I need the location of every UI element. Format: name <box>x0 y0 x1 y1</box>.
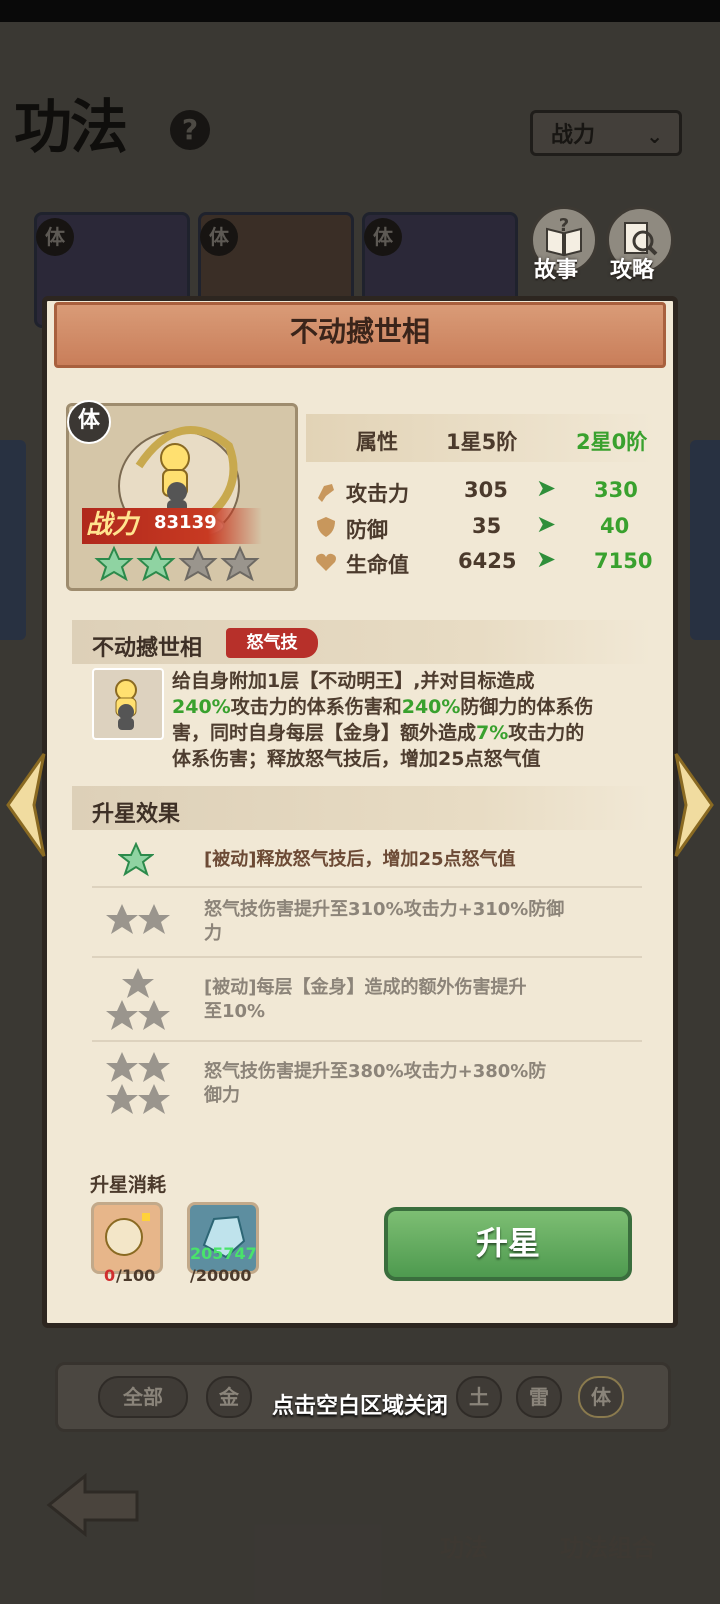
divider <box>92 1040 642 1042</box>
heart-icon <box>314 550 338 574</box>
nav-gongfa-combo[interactable]: 功法组合 <box>560 1528 656 1563</box>
stat-next: 40 <box>600 514 630 538</box>
star-filled-icon <box>118 842 154 877</box>
shield-icon <box>314 515 338 539</box>
stat-name: 攻击力 <box>346 482 409 506</box>
star-empty-icon <box>106 904 170 934</box>
stone-need: /20000 <box>190 1266 252 1285</box>
stats-header-next: 2星0阶 <box>576 430 648 454</box>
prev-arrow-icon[interactable] <box>4 750 48 860</box>
stat-current: 305 <box>464 478 508 502</box>
stat-name: 防御 <box>346 518 388 542</box>
star-effect-text: 怒气技伤害提升至310%攻击力+310%防御力 <box>204 899 565 944</box>
skill-name: 不动撼世相 <box>92 636 203 661</box>
arrow-right-icon: ➤ <box>536 545 557 573</box>
shard-need: /100 <box>116 1266 156 1285</box>
star-rating <box>94 545 260 582</box>
skill-desc-line: 害，同时自身每层【金身】额外造成7%攻击力的 <box>172 722 585 744</box>
arrow-right-icon: ➤ <box>536 474 557 502</box>
skill-desc-line: 体系伤害；释放怒气技后，增加25点怒气值 <box>172 748 541 770</box>
guide-button-label: 攻略 <box>610 258 655 283</box>
divider <box>92 886 642 888</box>
upgrade-star-button[interactable]: 升星 <box>384 1207 632 1281</box>
divider <box>92 956 642 958</box>
stat-name: 生命值 <box>346 553 409 577</box>
skill-icon <box>92 668 164 740</box>
gongfa-shard-item[interactable] <box>91 1202 163 1274</box>
star-empty-icon <box>220 545 260 582</box>
rage-skill-tag: 怒气技 <box>226 628 318 658</box>
svg-text:?: ? <box>559 215 569 236</box>
cost-title: 升星消耗 <box>90 1174 167 1196</box>
star-effect-text: [被动]释放怒气技后，增加25点怒气值 <box>204 849 516 870</box>
nav-gongfa[interactable]: 功法 <box>440 1528 488 1563</box>
story-button-label: 故事 <box>534 258 579 283</box>
star-empty-icon <box>106 1052 170 1114</box>
shard-have: 0 <box>104 1266 116 1285</box>
star-effect-text: [被动]每层【金身】造成的额外伤害提升 至10% <box>204 977 527 1022</box>
skill-desc-line: 给自身附加1层【不动明王】,并对目标造成 <box>172 670 535 692</box>
skill-description: 给自身附加1层【不动明王】,并对目标造成 240%攻击力的体系伤害和240%防御… <box>172 668 652 772</box>
stats-header-label: 属性 <box>356 430 398 454</box>
back-arrow-icon[interactable] <box>45 1470 145 1540</box>
stat-next: 330 <box>594 478 638 502</box>
dialog-title: 不动撼世相 <box>289 315 430 348</box>
star-effect-text: 怒气技伤害提升至380%攻击力+380%防 御力 <box>204 1061 547 1106</box>
star-filled-icon <box>94 545 134 582</box>
fist-icon <box>314 480 338 504</box>
power-label: 战力 <box>86 510 139 540</box>
element-badge: 体 <box>67 400 111 444</box>
power-value: 83139 <box>154 512 217 533</box>
close-hint: 点击空白区域关闭 <box>271 1394 448 1419</box>
star-filled-icon <box>136 545 176 582</box>
next-arrow-icon[interactable] <box>672 750 716 860</box>
star-effects-title: 升星效果 <box>92 802 181 827</box>
stat-current: 35 <box>472 514 502 538</box>
star-empty-icon <box>178 545 218 582</box>
stat-next: 7150 <box>594 549 653 573</box>
star-stone-item[interactable] <box>187 1202 259 1274</box>
stone-have: 205747 <box>190 1244 257 1263</box>
star-empty-icon <box>106 968 170 1030</box>
arrow-right-icon: ➤ <box>536 510 557 538</box>
stat-current: 6425 <box>458 549 517 573</box>
skill-desc-line: 240%攻击力的体系伤害和240%防御力的体系伤 <box>172 696 594 718</box>
stats-header-current: 1星5阶 <box>446 430 518 454</box>
